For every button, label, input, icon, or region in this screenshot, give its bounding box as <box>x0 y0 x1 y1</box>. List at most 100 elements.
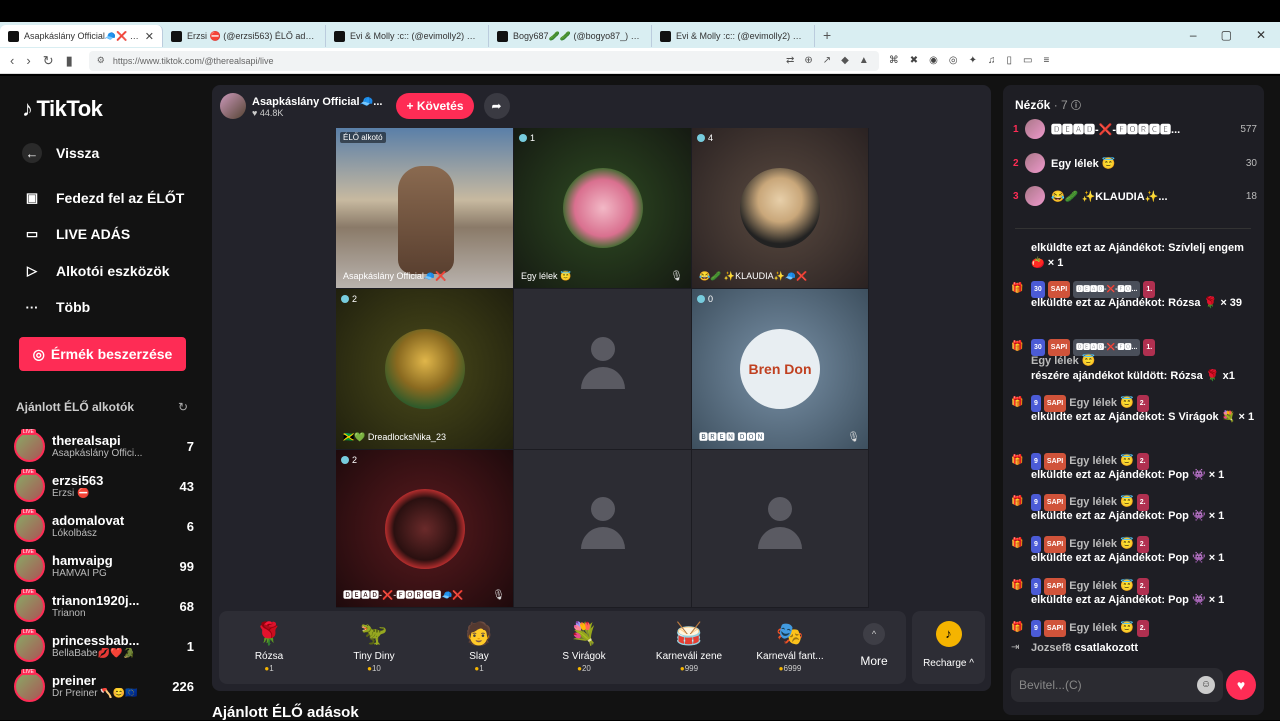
reload-icon[interactable]: ↻ <box>43 53 54 69</box>
sidebar-item-explore-live[interactable]: ▣ Fedezd fel az ÉLŐT <box>22 188 185 208</box>
close-window-icon[interactable]: ✕ <box>1256 28 1266 42</box>
gift-icon: 🎁 <box>1011 341 1024 352</box>
bookmark-icon[interactable]: ▮ <box>66 53 73 69</box>
gift-flowers[interactable]: 💐 S Virágok ●20 <box>534 611 634 684</box>
site-info-icon[interactable]: ⚙ <box>97 55 105 66</box>
guest-cell[interactable]: 4 😂🥒 ✨KLAUDIA✨🧢❌ <box>692 128 869 289</box>
creator-item[interactable]: LIVE trianon1920j... Trianon 68 <box>14 587 194 625</box>
chat-message[interactable]: 🎁 30 SAPI 🅳🅴🅰🅳-❌-🅵🅾... 1. Egy lélek 😇 részére … <box>1011 338 1257 384</box>
play-icon: ▷ <box>27 263 37 278</box>
browser-tab-bar: Asapkáslány Official🧢❌ (@ ✕ Erzsi ⛔ (@erz… <box>0 22 1280 48</box>
sidebar-icon[interactable]: ▯ <box>1007 55 1013 66</box>
live-stream-panel: Asapkáslány Official🧢... ♥ 44.8K + Követé… <box>212 85 991 691</box>
get-coins-button[interactable]: ◎ Érmék beszerzése <box>19 337 186 371</box>
creator-item[interactable]: LIVE therealsapi Asapkáslány Offici... 7 <box>14 427 194 465</box>
new-tab-button[interactable]: + <box>815 27 839 43</box>
chat-message[interactable]: 🎁 9 SAPI Egy lélek 😇 2. elküldte ezt az Ajánd… <box>1011 577 1257 608</box>
guest-cell[interactable]: 2 🅳🅴🅰🅳-❌-🅵🅾🆁🅲🅴🧢❌ 🎙 <box>336 450 514 608</box>
host-avatar[interactable] <box>220 93 246 119</box>
guest-cell[interactable]: 1 Egy lélek 😇 🎙 <box>514 128 692 289</box>
gift-carnival-fantasy[interactable]: 🎭 Karnevál fant... ●6999 <box>740 611 840 684</box>
follow-button[interactable]: + Követés <box>396 93 474 119</box>
warning-icon[interactable]: ▲ <box>859 55 869 66</box>
guest-cell[interactable]: 2 🇯🇲💚 DreadlocksNika_23 <box>336 289 514 450</box>
browser-tab-1[interactable]: Asapkáslány Official🧢❌ (@ ✕ <box>0 25 163 47</box>
avatar <box>1025 186 1045 206</box>
forward-icon[interactable]: › <box>26 53 30 69</box>
avatar: LIVE <box>14 628 45 662</box>
maximize-icon[interactable]: ▢ <box>1221 28 1232 42</box>
mic-muted-icon: 🎙 <box>492 590 505 601</box>
refresh-icon[interactable]: ↻ <box>178 400 188 414</box>
back-icon[interactable]: ‹ <box>10 53 14 69</box>
browser-tab-2[interactable]: Erzsi ⛔ (@erzsi563) ÉLŐ adásba <box>163 25 326 47</box>
tiktok-coin-icon: ♪ <box>935 621 962 647</box>
emoji-icon[interactable]: ☺ <box>1197 676 1215 694</box>
divider <box>1015 228 1251 229</box>
gift-tiny-diny[interactable]: 🦖 Tiny Diny ●10 <box>324 611 424 684</box>
sidebar-item-more[interactable]: ··· Több <box>22 297 91 317</box>
host-video-cell[interactable]: ÉLŐ alkotó Asapkáslány Official🧢❌ <box>336 128 514 289</box>
chat-message[interactable]: 🎁 9 SAPI Egy lélek 😇 2. elküldte ezt az Ajánd… <box>1011 493 1257 524</box>
mic-muted-icon: 🎙 <box>847 432 860 443</box>
browser-tab-5[interactable]: Evi & Molly :с:: (@evimolly2) ÉLŐ adás <box>652 25 815 47</box>
tv-icon: ▣ <box>25 190 39 205</box>
creator-item[interactable]: LIVE adomalovat Lókolbász 6 <box>14 507 194 545</box>
translate-icon[interactable]: ⇄ <box>786 55 794 66</box>
top-viewer[interactable]: 2 Egy lélek 😇 30 <box>1013 150 1257 176</box>
avatar: LIVE <box>14 468 45 502</box>
creator-item[interactable]: LIVE hamvaipg HAMVAI PG 99 <box>14 547 194 585</box>
share-icon[interactable]: ↗ <box>823 55 831 66</box>
back-link[interactable]: ← Vissza <box>22 143 99 163</box>
extension-icon[interactable]: ✖ <box>910 55 918 66</box>
like-heart-button[interactable]: ♥ <box>1226 670 1256 700</box>
multi-guest-grid: ÉLŐ alkotó Asapkáslány Official🧢❌ 1 Egy … <box>336 128 869 608</box>
chat-message[interactable]: 🎁 9 SAPI Egy lélek 😇 2. elküldte ezt az Ajánd… <box>1011 535 1257 566</box>
music-icon[interactable]: ♫ <box>988 55 996 66</box>
tiktok-logo[interactable]: ♪ TikTok <box>22 96 103 122</box>
empty-seat[interactable] <box>514 289 692 450</box>
tiktok-favicon-icon <box>660 30 671 42</box>
empty-seat[interactable] <box>692 450 869 608</box>
top-viewer[interactable]: 3 😂🥒 ✨KLAUDIA✨... 18 <box>1013 183 1257 209</box>
recharge-button[interactable]: ♪ Recharge ^ <box>912 611 985 684</box>
chat-message[interactable]: 🎁 9 SAPI Egy lélek 😇 2. elküldte ezt az Ajánd… <box>1011 394 1257 425</box>
extension-icon[interactable]: ◎ <box>949 55 958 66</box>
creator-item[interactable]: LIVE princessbab... BellaBabe💋❤️🐊 1 <box>14 627 194 665</box>
browser-tab-4[interactable]: Bogy687🥒🥒 (@bogyo87_) ÉLŐ a <box>489 25 652 47</box>
creator-item[interactable]: LIVE erzsi563 Erzsi ⛔ 43 <box>14 467 194 505</box>
wallet-icon[interactable]: ▭ <box>1023 55 1032 66</box>
chat-message[interactable]: elküldte ezt az Ajándékot: Szívlelj enge… <box>1011 241 1257 271</box>
info-icon[interactable]: ⓘ <box>1071 101 1081 112</box>
chat-input[interactable]: Bevitel...(C) ☺ <box>1011 668 1223 702</box>
browser-tab-3[interactable]: Evi & Molly :с:: (@evimolly2) ÉLŐ adá <box>326 25 489 47</box>
url-field[interactable]: ⚙ https://www.tiktok.com/@therealsapi/liv… <box>88 50 879 71</box>
shield-icon[interactable]: ◆ <box>841 55 849 66</box>
share-icon[interactable]: ➦ <box>483 93 510 119</box>
gift-slay[interactable]: 🧑 Slay ●1 <box>429 611 529 684</box>
gift-carnival-music[interactable]: 🥁 Karneváli zene ●999 <box>639 611 739 684</box>
viewer-dot-icon <box>341 295 349 303</box>
arrow-left-icon: ← <box>22 143 42 163</box>
extension-icon[interactable]: ⌘ <box>889 55 899 66</box>
top-viewer[interactable]: 1 🅳🅴🅰🅳-❌-🅵🅾🆁🅲🅴... 577 <box>1013 116 1257 142</box>
close-tab-icon[interactable]: ✕ <box>145 30 154 43</box>
creator-item[interactable]: LIVE preiner Dr Preiner 🪓😊🇪🇺 226 <box>14 667 194 705</box>
gift-rose[interactable]: 🌹 Rózsa ●1 <box>219 611 319 684</box>
chat-message[interactable]: 🎁 30 SAPI 🅳🅴🅰🅳-❌-🅵🅾... 1. elküldte ezt az Ajá… <box>1011 280 1257 311</box>
gift-icon: 🎁 <box>1011 538 1024 549</box>
chevron-up-icon: ^ <box>863 623 885 645</box>
more-gifts-button[interactable]: ^ More <box>845 611 903 684</box>
empty-seat[interactable] <box>514 450 692 608</box>
menu-icon[interactable]: ≡ <box>1043 55 1049 66</box>
chat-message[interactable]: 🎁 9 SAPI Egy lélek 😇 2. <box>1011 619 1257 637</box>
guest-cell[interactable]: 0 Bren Don 🅱🆁🅴🅽 🅳🅾🅽 🎙 <box>692 289 869 450</box>
tiktok-live-page: ♪ TikTok ← Vissza ▣ Fedezd fel az ÉLŐT ▭ LIV… <box>0 76 1280 721</box>
extension-icon[interactable]: ◉ <box>929 55 938 66</box>
minimize-icon[interactable]: – <box>1190 28 1197 42</box>
sidebar-item-go-live[interactable]: ▭ LIVE ADÁS <box>22 224 130 244</box>
zoom-icon[interactable]: ⊕ <box>804 55 812 66</box>
sidebar-item-creator-tools[interactable]: ▷ Alkotói eszközök <box>22 261 170 281</box>
chat-message[interactable]: 🎁 9 SAPI Egy lélek 😇 2. elküldte ezt az Ajánd… <box>1011 452 1257 483</box>
puzzle-icon[interactable]: ✦ <box>969 55 977 66</box>
